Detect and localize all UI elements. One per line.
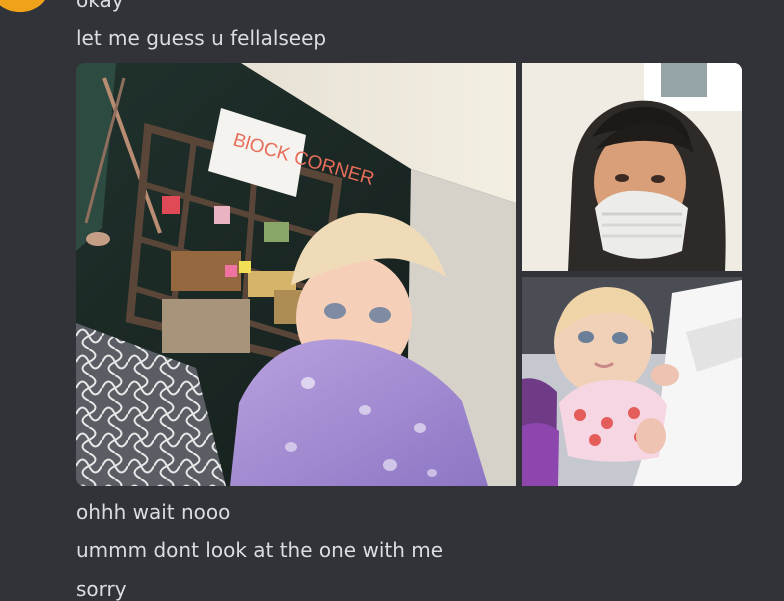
- image-attachment-block-corner[interactable]: BlOCK CORNER: [76, 63, 516, 486]
- user-avatar[interactable]: [0, 0, 48, 12]
- photo-block-corner: BlOCK CORNER: [76, 63, 516, 486]
- photo-toddler-highchair: [522, 277, 742, 486]
- image-gallery: BlOCK CORNER: [76, 63, 742, 486]
- message-ohhh-wait: ohhh wait nooo: [76, 500, 231, 524]
- message-dont-look: ummm dont look at the one with me: [76, 538, 444, 562]
- image-attachment-toddler-highchair[interactable]: [522, 277, 742, 486]
- message-sorry: sorry: [76, 577, 127, 601]
- photo-selfie: [522, 63, 742, 271]
- message-okay: okay: [76, 0, 124, 12]
- message-let-me-guess: let me guess u fellalseep: [76, 26, 327, 50]
- image-attachment-selfie[interactable]: [522, 63, 742, 271]
- chat-area: okay let me guess u fellalseep BlOCK COR…: [0, 0, 784, 601]
